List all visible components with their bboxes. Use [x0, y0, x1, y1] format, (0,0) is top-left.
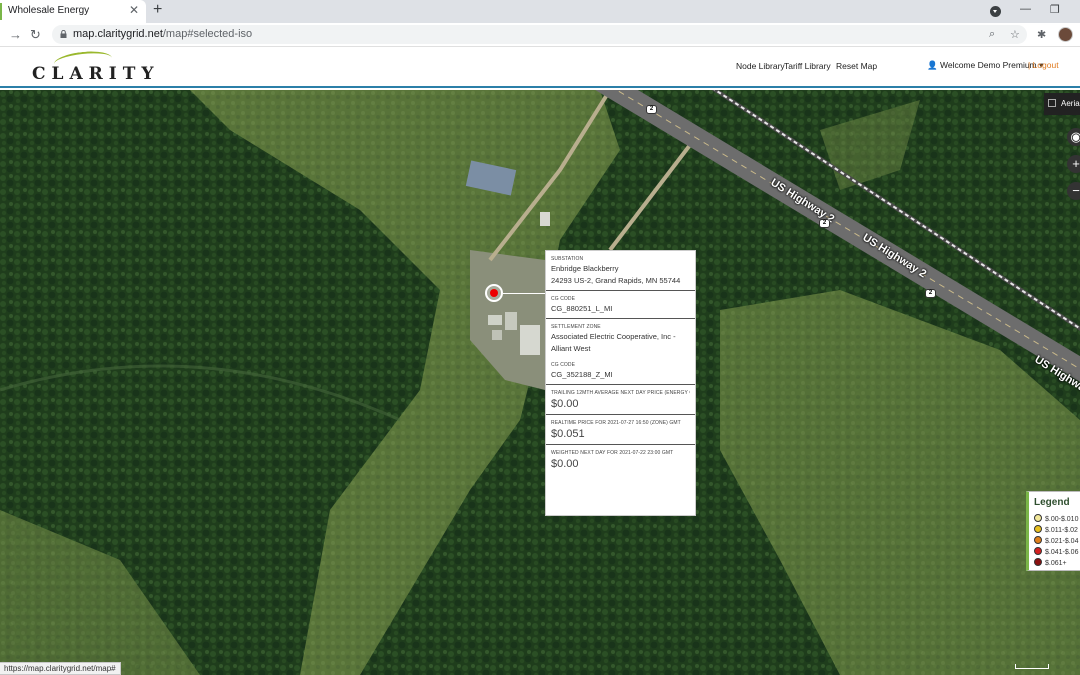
- forward-icon[interactable]: →: [9, 27, 22, 42]
- popup-trailing-price: TRAILING 12mth AVERAGE NEXT DAY PRICE (E…: [546, 385, 695, 415]
- nav-node-library[interactable]: Node Library: [736, 61, 785, 71]
- zoom-out-icon[interactable]: −: [1067, 182, 1080, 200]
- substation-popup: SUBSTATION Enbridge Blackberry 24293 US-…: [545, 250, 696, 516]
- settlement-zone-label: SETTLEMENT ZONE: [551, 324, 601, 330]
- nav-reset-map[interactable]: Reset Map: [836, 61, 877, 71]
- highway-shield: 2: [646, 105, 657, 114]
- browser-tab-strip: Wholesale Energy ✕ + — ❐: [0, 0, 1080, 23]
- legend-swatch: [1034, 547, 1042, 555]
- cg-code-label: CG CODE: [551, 362, 576, 368]
- legend-item: $.041-$.06: [1034, 547, 1078, 556]
- zoom-in-icon[interactable]: +: [1067, 155, 1080, 173]
- locate-icon[interactable]: ◉: [1067, 128, 1080, 146]
- marker-dot: [490, 289, 498, 297]
- weighted-price-value: $0.00: [551, 458, 579, 470]
- zoom-icon[interactable]: ⌕: [989, 28, 995, 41]
- popup-realtime-price: REALTIME PRICE FOR 2021-07-27 16:50 (Zon…: [546, 415, 695, 445]
- trailing-price-label: TRAILING 12mth AVERAGE NEXT DAY PRICE (E…: [551, 390, 690, 396]
- legend-item: $.00-$.010: [1034, 514, 1078, 523]
- popup-zone-section: SETTLEMENT ZONE Associated Electric Coop…: [546, 319, 695, 385]
- legend-title: Legend: [1034, 497, 1070, 508]
- cg-code-zone: CG_352188_Z_MI: [551, 370, 613, 379]
- legend-item: $.021-$.04: [1034, 536, 1078, 545]
- popup-weighted-price: WEIGHTED NEXT DAY FOR 2021-07-22 23:00 G…: [546, 445, 695, 474]
- cg-code-node: CG_880251_L_MI: [551, 304, 613, 313]
- map-scale-bar: [1015, 664, 1049, 669]
- address-bar[interactable]: map.claritygrid.net/map#selected-iso ⌕ ☆: [52, 25, 1027, 44]
- tab-close-icon[interactable]: ✕: [129, 3, 139, 17]
- minimize-icon[interactable]: —: [1020, 3, 1031, 15]
- lock-icon: [60, 30, 67, 38]
- legend-swatch: [1034, 558, 1042, 566]
- substation-marker[interactable]: [485, 284, 503, 302]
- logout-link[interactable]: | Logout: [1028, 60, 1059, 70]
- browser-status-bar: https://map.claritygrid.net/map#: [0, 662, 121, 675]
- nav-tariff-library[interactable]: Tariff Library: [784, 61, 831, 71]
- cg-code-label: CG CODE: [551, 296, 576, 302]
- substation-name: Enbridge Blackberry: [551, 264, 619, 273]
- avatar[interactable]: [1058, 27, 1073, 42]
- logo-text: CLARITY: [32, 64, 160, 84]
- user-menu-label: Welcome Demo Premium: [939, 60, 1037, 70]
- aerial-imagery: [0, 90, 1080, 675]
- aerial-icon: [1048, 99, 1056, 107]
- settlement-zone: Associated Electric Cooperative, Inc - A…: [551, 332, 676, 353]
- trailing-price-value: $0.00: [551, 398, 579, 410]
- tab-title: Wholesale Energy: [8, 5, 90, 16]
- highway-shield: 2: [925, 289, 936, 298]
- legend-swatch: [1034, 514, 1042, 522]
- app-header: CLARITY Node Library Tariff Library Rese…: [0, 48, 1080, 88]
- url-text: map.claritygrid.net/map#selected-iso: [73, 28, 253, 40]
- reload-icon[interactable]: ↻: [30, 27, 41, 43]
- legend-swatch: [1034, 525, 1042, 533]
- aerial-toggle-button[interactable]: Aerial: [1044, 93, 1080, 115]
- weighted-price-label: WEIGHTED NEXT DAY FOR 2021-07-22 23:00 G…: [551, 450, 674, 456]
- price-legend: Legend $.00-$.010 $.011-$.02 $.021-$.04 …: [1026, 491, 1080, 571]
- restore-icon[interactable]: ❐: [1050, 3, 1060, 16]
- bookmark-star-icon[interactable]: ☆: [1010, 28, 1020, 41]
- popup-leader-line: [503, 293, 545, 294]
- browser-tab[interactable]: Wholesale Energy ✕: [0, 0, 146, 23]
- popup-substation-section: SUBSTATION Enbridge Blackberry 24293 US-…: [546, 251, 695, 291]
- legend-item: $.011-$.02: [1034, 525, 1078, 534]
- popup-node-section: CG CODE CG_880251_L_MI: [546, 291, 695, 319]
- browser-toolbar: → ↻ map.claritygrid.net/map#selected-iso…: [0, 23, 1080, 47]
- user-icon: 👤: [927, 60, 938, 70]
- user-menu[interactable]: 👤 Welcome Demo Premium ▾: [927, 60, 1043, 71]
- legend-swatch: [1034, 536, 1042, 544]
- legend-item: $.061+: [1034, 558, 1067, 567]
- realtime-price-label: REALTIME PRICE FOR 2021-07-27 16:50 (Zon…: [551, 420, 681, 426]
- aerial-label: Aerial: [1061, 99, 1080, 108]
- extensions-icon[interactable]: ✱: [1037, 28, 1046, 41]
- tab-favicon-icon: [0, 3, 2, 20]
- realtime-price-value: $0.051: [551, 428, 585, 440]
- satellite-map[interactable]: US Highway 2 US Highway 2 US Highway 2 2…: [0, 90, 1080, 675]
- new-tab-icon[interactable]: +: [153, 1, 162, 19]
- browser-profile-menu-icon[interactable]: [990, 6, 1001, 17]
- substation-label: SUBSTATION: [551, 256, 584, 262]
- highway-shield: 2: [819, 219, 830, 228]
- substation-address: 24293 US-2, Grand Rapids, MN 55744: [551, 276, 681, 285]
